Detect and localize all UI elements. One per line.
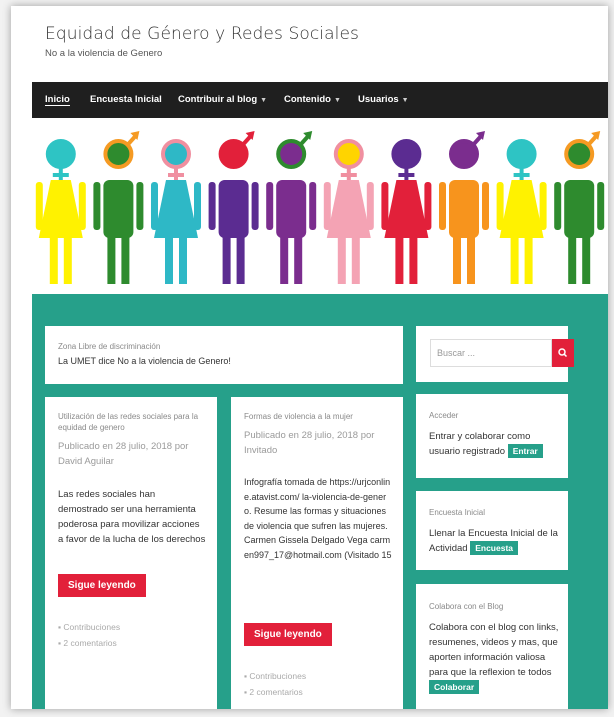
nav-item-contribuir[interactable]: Contribuir al blog ▼ (178, 94, 267, 105)
figure-2 (93, 131, 144, 284)
nav-item-label: Encuesta Inicial (90, 94, 162, 105)
page: Equidad de Género y Redes Sociales No a … (11, 6, 608, 709)
nav-item-label: Inicio (45, 94, 70, 105)
collab-button[interactable]: Colaborar (429, 680, 480, 694)
search-button[interactable] (552, 339, 574, 367)
widget-title: Colabora con el Blog (429, 602, 504, 611)
widget-text: Colabora con el blog con links, resumene… (429, 620, 563, 695)
header-banner (32, 118, 608, 294)
figure-7 (381, 139, 432, 284)
read-more-button[interactable]: Sigue leyendo (244, 623, 332, 646)
site-description: No a la violencia de Genero (45, 48, 163, 59)
nav-item-inicio[interactable]: Inicio (45, 94, 70, 106)
post-comments[interactable]: ▪ 2 comentarios (244, 685, 303, 700)
read-more-button[interactable]: Sigue leyendo (58, 574, 146, 597)
search-widget: Buscar ... (416, 326, 574, 382)
post-excerpt: Infografía tomada de https://urjconline.… (244, 477, 392, 560)
post-comments[interactable]: ▪ 2 comentarios (58, 636, 117, 651)
post-title[interactable]: Formas de violencia a la mujer (244, 411, 392, 422)
login-button[interactable]: Entrar (507, 444, 543, 458)
nav-item-usuarios[interactable]: Usuarios ▼ (358, 94, 409, 105)
figure-5 (266, 131, 317, 284)
survey-button[interactable]: Encuesta (470, 541, 518, 555)
post-category[interactable]: ▪ Contribuciones (244, 669, 306, 684)
chevron-down-icon: ▼ (260, 97, 268, 104)
access-widget: Acceder Entrar y colaborar como usuario … (416, 394, 568, 478)
nav-item-label: Usuarios (358, 94, 399, 105)
zone-card: Zona Libre de discriminación La UMET dic… (45, 326, 403, 384)
figure-4 (208, 131, 259, 284)
post-meta: Publicado en 28 julio, 2018 por Invitado (244, 430, 375, 456)
widget-text-label: Colabora con el blog con links, resumene… (429, 622, 559, 678)
post-card: Formas de violencia a la mujer Publicado… (231, 397, 403, 709)
figure-8 (439, 131, 489, 284)
post-category-label: Contribuciones (249, 671, 307, 681)
nav-item-label: Contribuir al blog (178, 94, 258, 105)
post-excerpt: Las redes sociales han demostrado ser un… (58, 489, 206, 545)
nav-item-label: Contenido (284, 94, 331, 105)
figure-1 (35, 139, 86, 284)
post-category-label: Contribuciones (63, 622, 121, 632)
main-nav: Inicio Encuesta Inicial Contribuir al bl… (32, 82, 608, 118)
widget-text: Llenar la Encuesta Inicial de la Activid… (429, 526, 563, 556)
nav-item-contenido[interactable]: Contenido ▼ (284, 94, 341, 105)
gender-figures-image (35, 131, 605, 284)
chevron-down-icon: ▼ (333, 97, 341, 104)
figure-9 (496, 139, 547, 284)
collab-widget: Colabora con el Blog Colabora con el blo… (416, 584, 568, 709)
widget-title: Encuesta Inicial (429, 508, 486, 517)
widget-title: Acceder (429, 411, 459, 420)
post-meta: Publicado en 28 julio, 2018 por David Ag… (58, 441, 189, 467)
post-comments-label: 2 comentarios (249, 687, 303, 697)
zone-label: Zona Libre de discriminación (58, 342, 161, 351)
widget-text: Entrar y colaborar como usuario registra… (429, 429, 559, 459)
survey-widget: Encuesta Inicial Llenar la Encuesta Inic… (416, 491, 568, 570)
post-category[interactable]: ▪ Contribuciones (58, 620, 120, 635)
figure-3 (151, 139, 201, 284)
chevron-down-icon: ▼ (401, 97, 409, 104)
nav-item-encuesta[interactable]: Encuesta Inicial (90, 94, 162, 105)
search-input[interactable]: Buscar ... (430, 339, 552, 367)
post-card: Utilización de las redes sociales para l… (45, 397, 217, 709)
figure-10 (554, 131, 605, 284)
site-title[interactable]: Equidad de Género y Redes Sociales (45, 24, 359, 44)
search-icon (558, 348, 568, 358)
zone-text: La UMET dice No a la violencia de Genero… (58, 356, 231, 366)
figure-6 (323, 139, 374, 284)
post-title[interactable]: Utilización de las redes sociales para l… (58, 411, 206, 433)
content-area: Zona Libre de discriminación La UMET dic… (32, 294, 608, 709)
post-comments-label: 2 comentarios (63, 638, 117, 648)
